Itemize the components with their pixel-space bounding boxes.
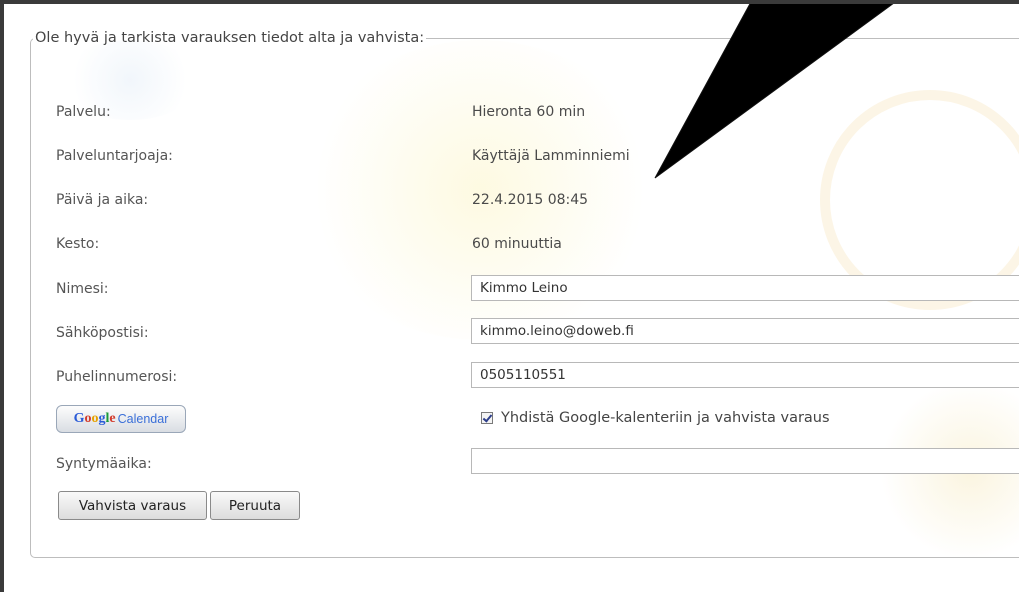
email-input[interactable] — [471, 318, 1019, 344]
provider-label: Palveluntarjoaja: — [56, 148, 173, 164]
birthdate-label: Syntymäaika: — [56, 456, 152, 472]
datetime-label: Päivä ja aika: — [56, 192, 149, 208]
datetime-value: 22.4.2015 08:45 — [472, 192, 589, 208]
google-calendar-button[interactable]: Google Calendar — [56, 405, 186, 433]
service-value: Hieronta 60 min — [472, 104, 586, 120]
duration-value: 60 minuuttia — [472, 236, 562, 252]
email-label: Sähköpostisi: — [56, 325, 149, 341]
confirm-booking-button[interactable]: Vahvista varaus — [58, 491, 207, 520]
google-sync-checkbox-row[interactable]: Yhdistä Google-kalenteriin ja vahvista v… — [481, 410, 830, 426]
form-legend: Ole hyvä ja tarkista varauksen tiedot al… — [35, 30, 425, 46]
service-label: Palvelu: — [56, 104, 111, 120]
google-sync-checkbox[interactable] — [481, 412, 493, 424]
name-input[interactable] — [471, 275, 1019, 301]
name-label: Nimesi: — [56, 281, 109, 297]
birthdate-input[interactable] — [471, 448, 1019, 474]
duration-label: Kesto: — [56, 236, 100, 252]
google-sync-label: Yhdistä Google-kalenteriin ja vahvista v… — [501, 410, 830, 426]
provider-value: Käyttäjä Lamminniemi — [472, 148, 630, 164]
cancel-button[interactable]: Peruuta — [210, 491, 300, 520]
google-logo: Google — [73, 411, 116, 426]
phone-input[interactable] — [471, 362, 1019, 388]
phone-label: Puhelinnumerosi: — [56, 369, 178, 385]
calendar-label: Calendar — [117, 412, 169, 426]
